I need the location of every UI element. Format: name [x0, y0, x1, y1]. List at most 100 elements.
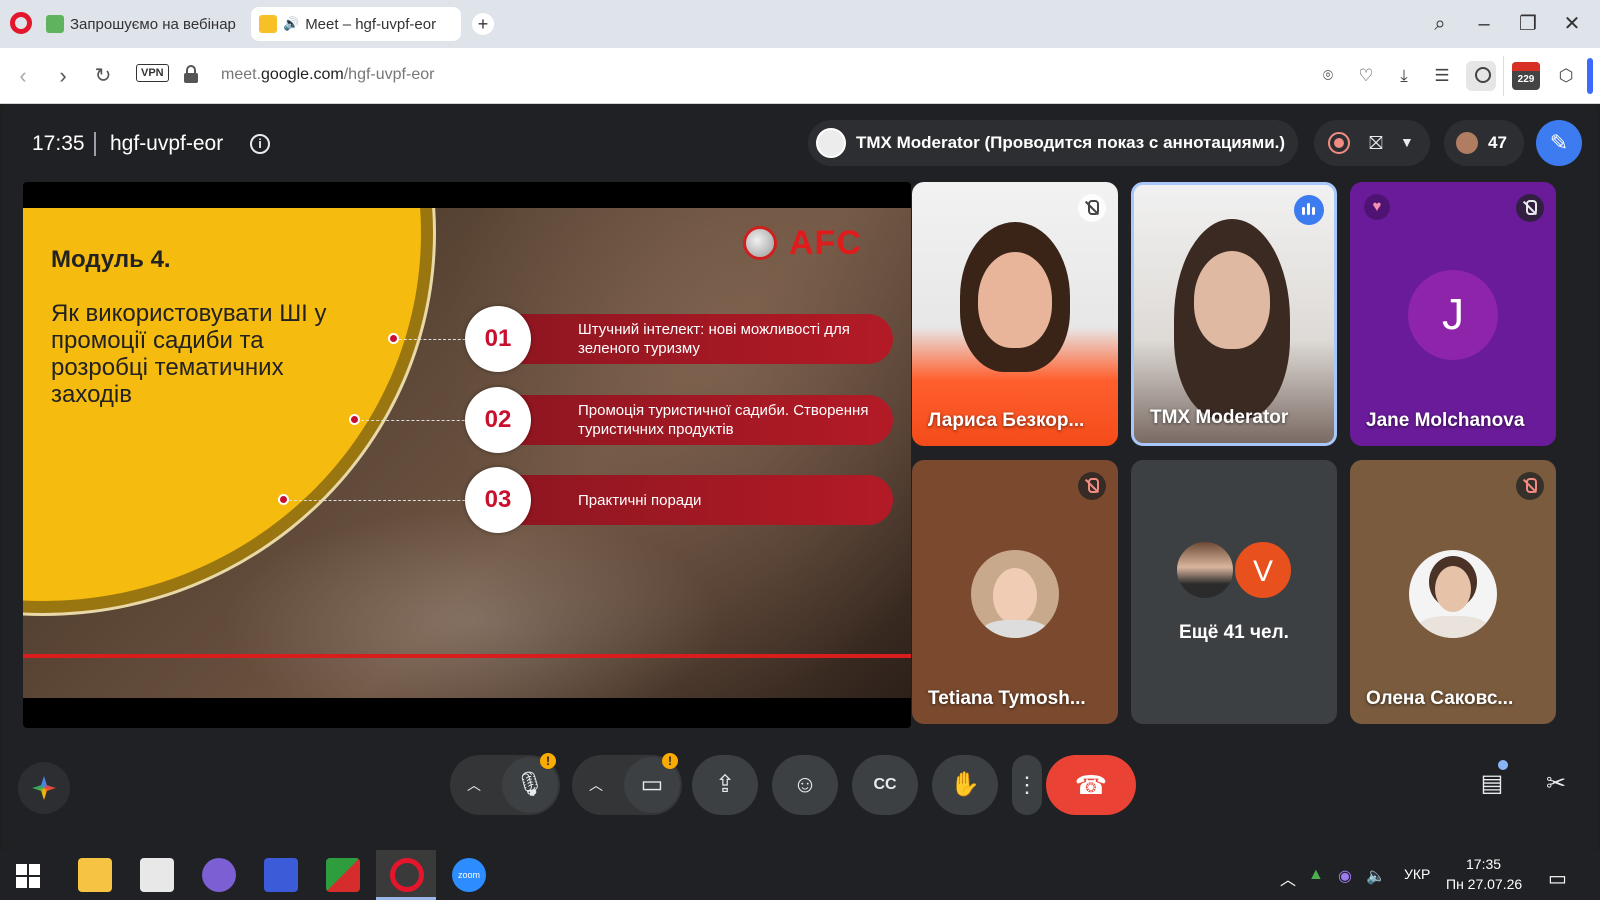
participant-tile[interactable]: TMX Moderator: [1131, 182, 1337, 446]
profile-icon[interactable]: [1466, 61, 1496, 91]
afc-logo-text: AFC: [789, 224, 862, 262]
viber-icon[interactable]: [202, 858, 236, 892]
mic-off-icon: [1516, 472, 1544, 500]
tab-meet[interactable]: 🔊 Meet – hgf-uvpf-eor: [251, 7, 461, 41]
agenda-item: Штучний інтелект: нові можливості для зе…: [493, 314, 893, 364]
restore-icon[interactable]: ❐: [1514, 10, 1542, 38]
extensions-cube-icon[interactable]: ⬡: [1554, 64, 1578, 88]
emoji-reaction-button[interactable]: ☺: [772, 755, 838, 815]
agenda-item-number: 03: [465, 467, 531, 533]
captions-button[interactable]: CC: [852, 755, 918, 815]
host-controls: ⛝ ▼: [1314, 120, 1430, 166]
windows-start-icon[interactable]: [16, 864, 40, 888]
tray-expand-icon[interactable]: ︿: [1280, 866, 1296, 890]
back-icon[interactable]: ‹: [8, 61, 38, 91]
minimize-icon[interactable]: –: [1470, 10, 1498, 38]
file-explorer-icon[interactable]: [78, 858, 112, 892]
notifications-icon[interactable]: ▭: [1548, 866, 1567, 891]
url-path: /hgf-uvpf-eor: [343, 66, 435, 83]
url-field[interactable]: meet.google.com/hgf-uvpf-eor: [221, 66, 434, 84]
zoom-icon[interactable]: zoom: [452, 858, 486, 892]
mic-control-group: ︿ 🎙 !: [450, 753, 560, 815]
opera-icon[interactable]: [390, 858, 424, 892]
afc-globe-icon: [743, 226, 777, 260]
participant-name: TMX Moderator: [1150, 407, 1289, 428]
calendar-extension-icon[interactable]: 229: [1512, 62, 1540, 90]
calculator-icon[interactable]: [140, 858, 174, 892]
host-tools-button[interactable]: ✂: [1536, 764, 1576, 804]
new-tab-button[interactable]: +: [472, 13, 494, 35]
warning-icon: !: [662, 753, 678, 769]
agenda-item-text: Промоція туристичної садиби. Створення т…: [578, 402, 869, 438]
clock-time[interactable]: 17:35: [1466, 856, 1501, 872]
mail-tab-icon: [46, 15, 64, 33]
raise-hand-button[interactable]: ✋: [932, 755, 998, 815]
toolbar-divider: [1503, 56, 1504, 96]
avatar: [971, 550, 1059, 638]
lock-icon[interactable]: [184, 65, 198, 83]
volume-icon[interactable]: 🔈: [1366, 866, 1386, 886]
clock-date[interactable]: Пн 27.07.26: [1446, 876, 1522, 892]
participant-tile[interactable]: Олена Саковс...: [1350, 460, 1556, 724]
keyboard-language[interactable]: УКР: [1404, 866, 1430, 882]
tab-webinar-invite[interactable]: Запрошуємо на вебінар: [38, 7, 244, 41]
vpn-badge[interactable]: VPN: [136, 64, 169, 82]
presentation-slide: Модуль 4. Як використовувати ШІ у промоц…: [23, 208, 911, 698]
tab-title: Запрошуємо на вебінар: [70, 15, 236, 33]
reload-icon[interactable]: ↻: [88, 61, 118, 91]
forward-icon[interactable]: ›: [48, 61, 78, 91]
save-disk-icon[interactable]: [264, 858, 298, 892]
info-icon[interactable]: i: [250, 134, 270, 154]
chevron-up-icon[interactable]: ︿: [576, 755, 616, 815]
url-prefix: meet.: [221, 66, 262, 83]
address-bar: ‹ › ↻ VPN meet.google.com/hgf-uvpf-eor ⌾…: [0, 48, 1600, 104]
presenter-avatar: [816, 128, 846, 158]
chat-button[interactable]: ▤: [1472, 764, 1512, 804]
more-participants-tile[interactable]: V Ещё 41 чел.: [1131, 460, 1337, 724]
present-screen-button[interactable]: ⇪: [692, 755, 758, 815]
avatar: [1409, 550, 1497, 638]
gemini-star-icon: [32, 776, 56, 800]
windows-taskbar: zoom ︿ ▲ ◉ 🔈 УКР 17:35 Пн 27.07.26 ▭: [0, 850, 1600, 900]
annotate-pen-button[interactable]: ✎: [1536, 120, 1582, 166]
viber-tray-icon[interactable]: ◉: [1338, 866, 1352, 886]
participant-tile[interactable]: ♥ J Jane Molchanova: [1350, 182, 1556, 446]
opera-logo-icon[interactable]: [10, 12, 32, 34]
participant-tile[interactable]: Лариса Безкор...: [912, 182, 1118, 446]
tray-app-icon[interactable]: ▲: [1308, 866, 1324, 884]
more-options-button[interactable]: ⋮: [1012, 755, 1042, 815]
participant-name: Jane Molchanova: [1366, 410, 1525, 431]
connector-dot: [388, 333, 399, 344]
tab-title: Meet – hgf-uvpf-eor: [305, 15, 437, 33]
camera-control-group: ︿ ▭ !: [572, 753, 682, 815]
download-icon[interactable]: ⤓: [1392, 64, 1416, 88]
chevron-up-icon[interactable]: ︿: [454, 755, 494, 815]
camera-snapshot-icon[interactable]: ⌾: [1316, 64, 1340, 88]
leave-call-button[interactable]: ☎: [1046, 755, 1136, 815]
speaking-indicator-icon: [1294, 195, 1324, 225]
connector-dot: [278, 494, 289, 505]
header-divider: [94, 132, 96, 156]
gemini-button[interactable]: [18, 762, 70, 814]
annotation-off-icon[interactable]: ⛝: [1364, 132, 1388, 154]
chevron-down-icon[interactable]: ▼: [1400, 134, 1414, 150]
participant-name: Лариса Безкор...: [928, 410, 1085, 431]
presenter-indicator[interactable]: TMX Moderator (Проводится показ с аннота…: [808, 120, 1298, 166]
close-window-icon[interactable]: ✕: [1558, 10, 1586, 38]
avatar: V: [1233, 540, 1293, 600]
mic-off-icon: [1078, 194, 1106, 222]
shared-screen: Модуль 4. Як використовувати ШІ у промоц…: [23, 182, 911, 728]
heart-bookmark-icon[interactable]: ♡: [1354, 64, 1378, 88]
chat-notification-dot: [1498, 760, 1508, 770]
slide-module: Модуль 4.: [51, 246, 171, 273]
recording-icon[interactable]: [1328, 132, 1350, 154]
participant-tile[interactable]: Tetiana Tymosh...: [912, 460, 1118, 724]
search-tabs-icon[interactable]: ⌕: [1426, 10, 1454, 38]
slide-title: Як використовувати ШІ у промоції садиби …: [51, 300, 327, 408]
avatar: J: [1408, 270, 1498, 360]
sidebar-indicator: [1587, 58, 1593, 94]
participants-button[interactable]: 47: [1444, 120, 1524, 166]
app-icon[interactable]: [326, 858, 360, 892]
speaker-icon[interactable]: 🔊: [283, 16, 299, 32]
easy-setup-icon[interactable]: ☰: [1430, 64, 1454, 88]
